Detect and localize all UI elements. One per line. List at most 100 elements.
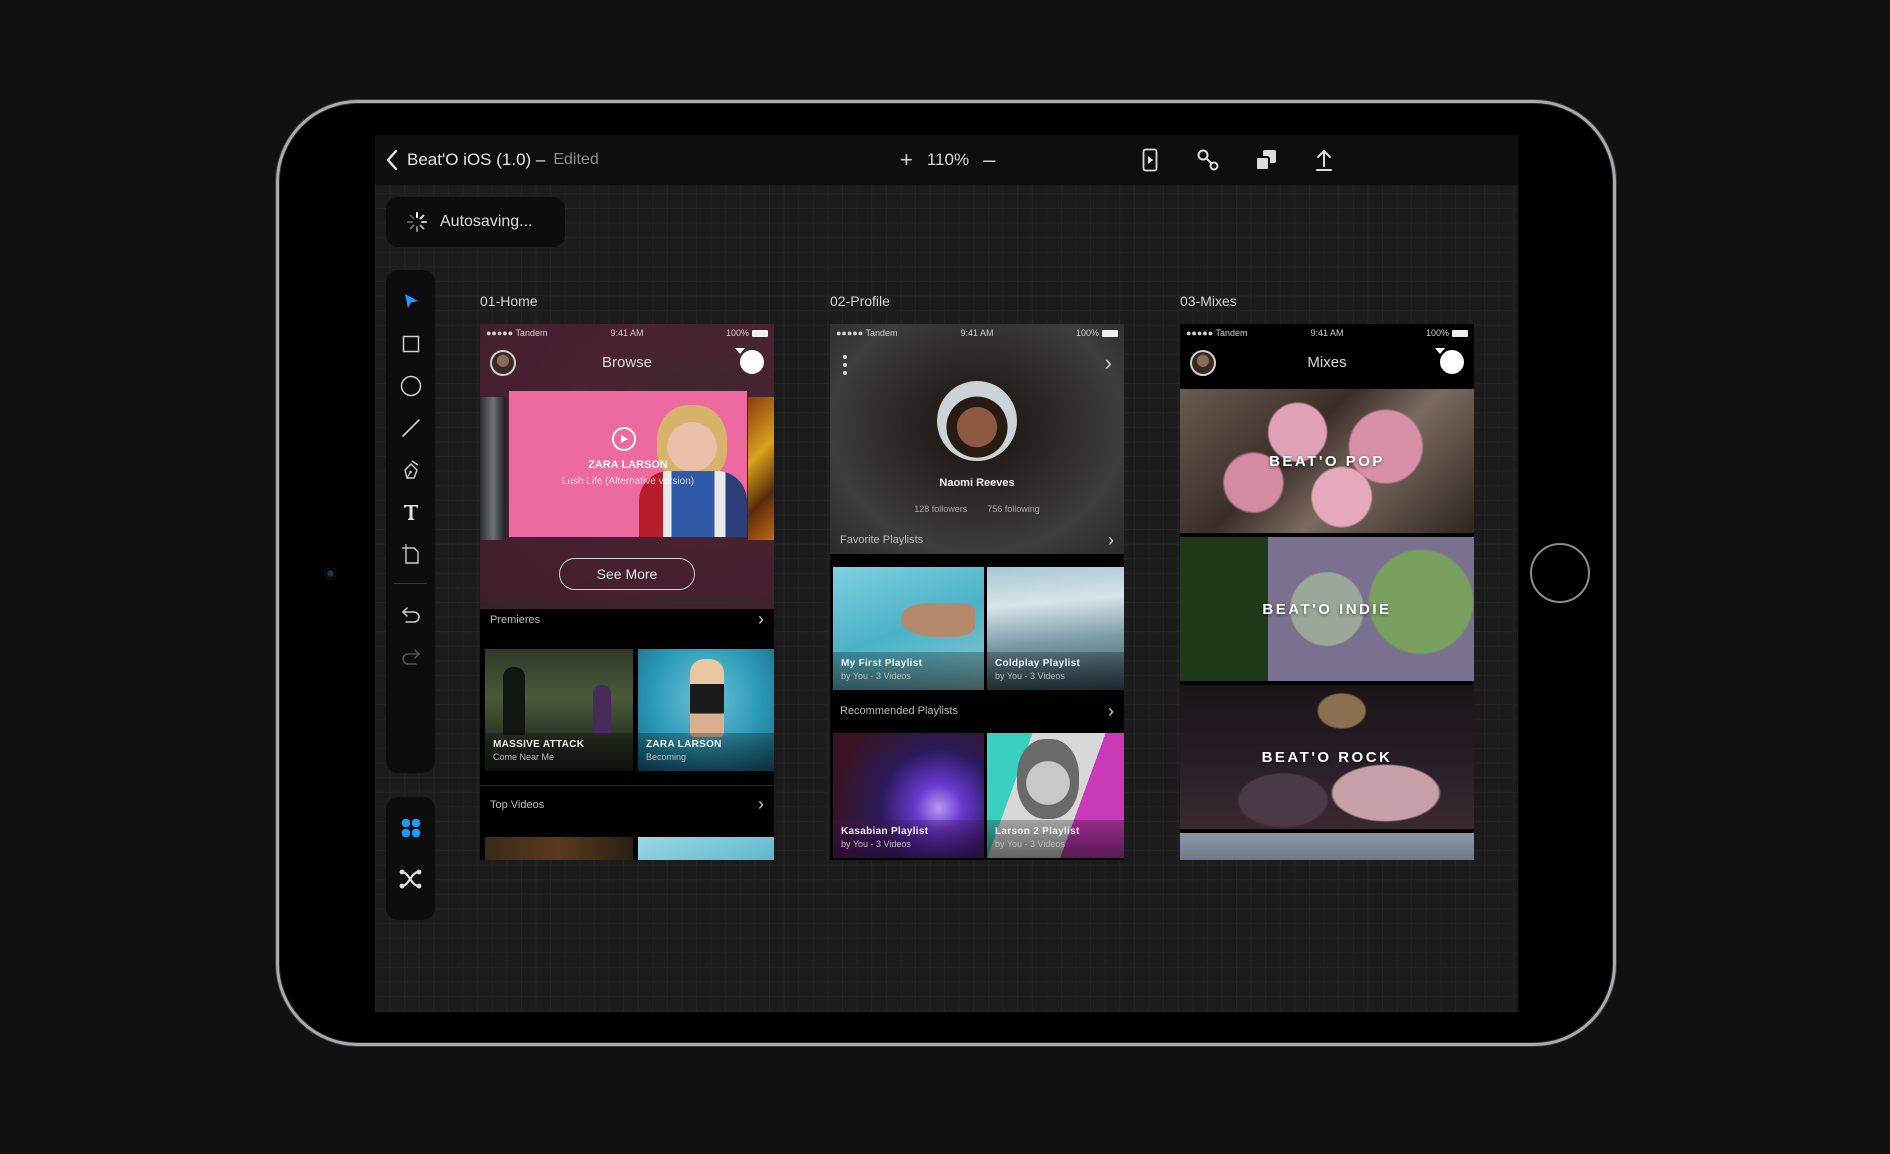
- autosave-text: Autosaving...: [440, 213, 533, 230]
- artboard-mixes[interactable]: ●●●●● Tandem 9:41 AM 100% Mixes BEAT'O P…: [1180, 324, 1474, 860]
- mix-card-rock[interactable]: BEAT'O ROCK: [1180, 685, 1474, 829]
- play-icon: [621, 435, 628, 443]
- hero-card[interactable]: ZARA LARSON Lush Life (Alternative versi…: [509, 391, 747, 537]
- card-image-figure: [503, 667, 525, 735]
- link-button[interactable]: [1195, 147, 1221, 173]
- artboard-label-home[interactable]: 01-Home: [480, 293, 538, 309]
- arrange-button[interactable]: [1253, 147, 1279, 173]
- card-image-face: [1017, 739, 1079, 819]
- chevron-right-icon[interactable]: ›: [1108, 530, 1114, 551]
- document-status: Edited: [553, 151, 599, 168]
- card-image-figure: [593, 685, 611, 735]
- preview-icon: [1142, 148, 1158, 172]
- design-mode-icon: [401, 819, 420, 837]
- chevron-right-icon[interactable]: ›: [758, 609, 764, 630]
- section-premieres[interactable]: Premieres ›: [480, 600, 774, 638]
- undo-button[interactable]: [386, 595, 435, 635]
- share-icon: [1316, 150, 1332, 171]
- zoom-in-button[interactable]: +: [900, 149, 913, 171]
- playlist-card[interactable]: Coldplay Playlist by You - 3 Videos: [987, 567, 1124, 690]
- top-video-card[interactable]: [638, 837, 774, 860]
- tool-artboard[interactable]: [386, 534, 435, 574]
- spinner-icon: [407, 212, 427, 232]
- preview-button[interactable]: [1137, 147, 1163, 173]
- text-icon: [403, 505, 418, 520]
- profile-stats: 128 followers 756 following: [830, 504, 1124, 514]
- hero-artist: ZARA LARSON: [588, 459, 668, 471]
- mix-card-pop[interactable]: BEAT'O POP: [1180, 389, 1474, 533]
- select-arrow-icon: [404, 294, 418, 308]
- premiere-card[interactable]: MASSIVE ATTACK Come Near Me: [485, 649, 633, 771]
- section-favorite-playlists[interactable]: Favorite Playlists ›: [830, 521, 1124, 559]
- zoom-level[interactable]: 110%: [927, 150, 969, 170]
- front-camera: [324, 567, 337, 580]
- mix-card-next[interactable]: [1180, 833, 1474, 860]
- hero-song: Lush Life (Alternative version): [561, 476, 695, 487]
- nav-bar: Browse: [480, 344, 774, 382]
- zoom-out-button[interactable]: –: [983, 149, 995, 171]
- tool-rectangle[interactable]: [386, 324, 435, 364]
- layers-icon: [1255, 150, 1276, 171]
- followers-count[interactable]: 128 followers: [914, 504, 967, 514]
- section-title: Favorite Playlists: [840, 534, 924, 546]
- tool-palette: [386, 270, 435, 773]
- following-count[interactable]: 756 following: [987, 504, 1040, 514]
- playlist-card[interactable]: Larson 2 Playlist by You - 3 Videos: [987, 733, 1124, 858]
- mode-design[interactable]: [386, 808, 435, 848]
- section-title: Top Videos: [490, 798, 545, 811]
- playlist-card[interactable]: Kasabian Playlist by You - 3 Videos: [833, 733, 984, 858]
- section-title: Recommended Playlists: [840, 705, 958, 717]
- tool-select[interactable]: [386, 281, 435, 321]
- tool-ellipse[interactable]: [386, 366, 435, 406]
- chevron-right-icon[interactable]: ›: [1105, 350, 1112, 376]
- artboard-home[interactable]: ●●●●● Tandem 9:41 AM 100% Browse ZARA LA…: [480, 324, 774, 860]
- mode-prototype[interactable]: [386, 859, 435, 899]
- back-button[interactable]: Beat'O iOS (1.0) – Edited: [385, 147, 599, 173]
- top-video-card[interactable]: [485, 837, 633, 860]
- chevron-right-icon[interactable]: ›: [1108, 701, 1114, 722]
- see-more-button[interactable]: See More: [559, 558, 695, 590]
- document-title: Beat'O iOS (1.0) –: [407, 150, 546, 169]
- record-icon[interactable]: [1435, 348, 1464, 374]
- section-recommended-playlists[interactable]: Recommended Playlists ›: [830, 692, 1124, 730]
- artboard-label-mixes[interactable]: 03-Mixes: [1180, 293, 1237, 309]
- tool-pen[interactable]: [386, 450, 435, 490]
- status-bar: ●●●●● Tandem 9:41 AM 100%: [480, 324, 774, 342]
- mode-palette: [386, 797, 435, 920]
- chevron-left-icon: [386, 149, 398, 171]
- home-button[interactable]: [1530, 543, 1590, 603]
- carousel-prev-card[interactable]: [480, 397, 506, 540]
- artboard-label-profile[interactable]: 02-Profile: [830, 293, 890, 309]
- status-bar: ●●●●● Tandem 9:41 AM 100%: [830, 324, 1124, 342]
- rectangle-icon: [402, 335, 419, 353]
- section-title: Premieres: [490, 613, 541, 626]
- profile-avatar[interactable]: [937, 381, 1017, 461]
- mix-card-indie[interactable]: BEAT'O INDIE: [1180, 537, 1474, 681]
- link-icon: [1197, 149, 1219, 171]
- top-toolbar: Beat'O iOS (1.0) – Edited + 110% –: [375, 135, 1518, 185]
- artboard-icon: [401, 544, 419, 564]
- playlist-card[interactable]: My First Playlist by You - 3 Videos: [833, 567, 984, 690]
- zoom-control: + 110% –: [900, 147, 995, 173]
- artboard-profile[interactable]: ●●●●● Tandem 9:41 AM 100% › Naomi Reeves…: [830, 324, 1124, 860]
- section-top-videos[interactable]: Top Videos ›: [480, 785, 774, 823]
- tool-line[interactable]: [386, 408, 435, 448]
- tool-text[interactable]: [386, 492, 435, 532]
- autosave-indicator: Autosaving...: [386, 197, 565, 247]
- more-menu-button[interactable]: [842, 354, 848, 376]
- palette-divider: [394, 583, 427, 584]
- share-button[interactable]: [1311, 147, 1337, 173]
- card-image-face: [901, 603, 975, 637]
- premiere-card[interactable]: ZARA LARSON Becoming: [638, 649, 774, 771]
- record-icon[interactable]: [735, 348, 764, 374]
- clock: 9:41 AM: [1310, 328, 1344, 338]
- app-screen: Beat'O iOS (1.0) – Edited + 110% – Autos…: [375, 135, 1518, 1012]
- nav-title: Browse: [601, 354, 653, 371]
- play-button[interactable]: [612, 427, 636, 451]
- clock: 9:41 AM: [960, 328, 994, 338]
- chevron-right-icon[interactable]: ›: [758, 794, 764, 815]
- redo-button[interactable]: [386, 637, 435, 677]
- profile-name: Naomi Reeves: [939, 477, 1015, 489]
- carousel-next-card[interactable]: [748, 397, 774, 540]
- clock: 9:41 AM: [610, 328, 644, 338]
